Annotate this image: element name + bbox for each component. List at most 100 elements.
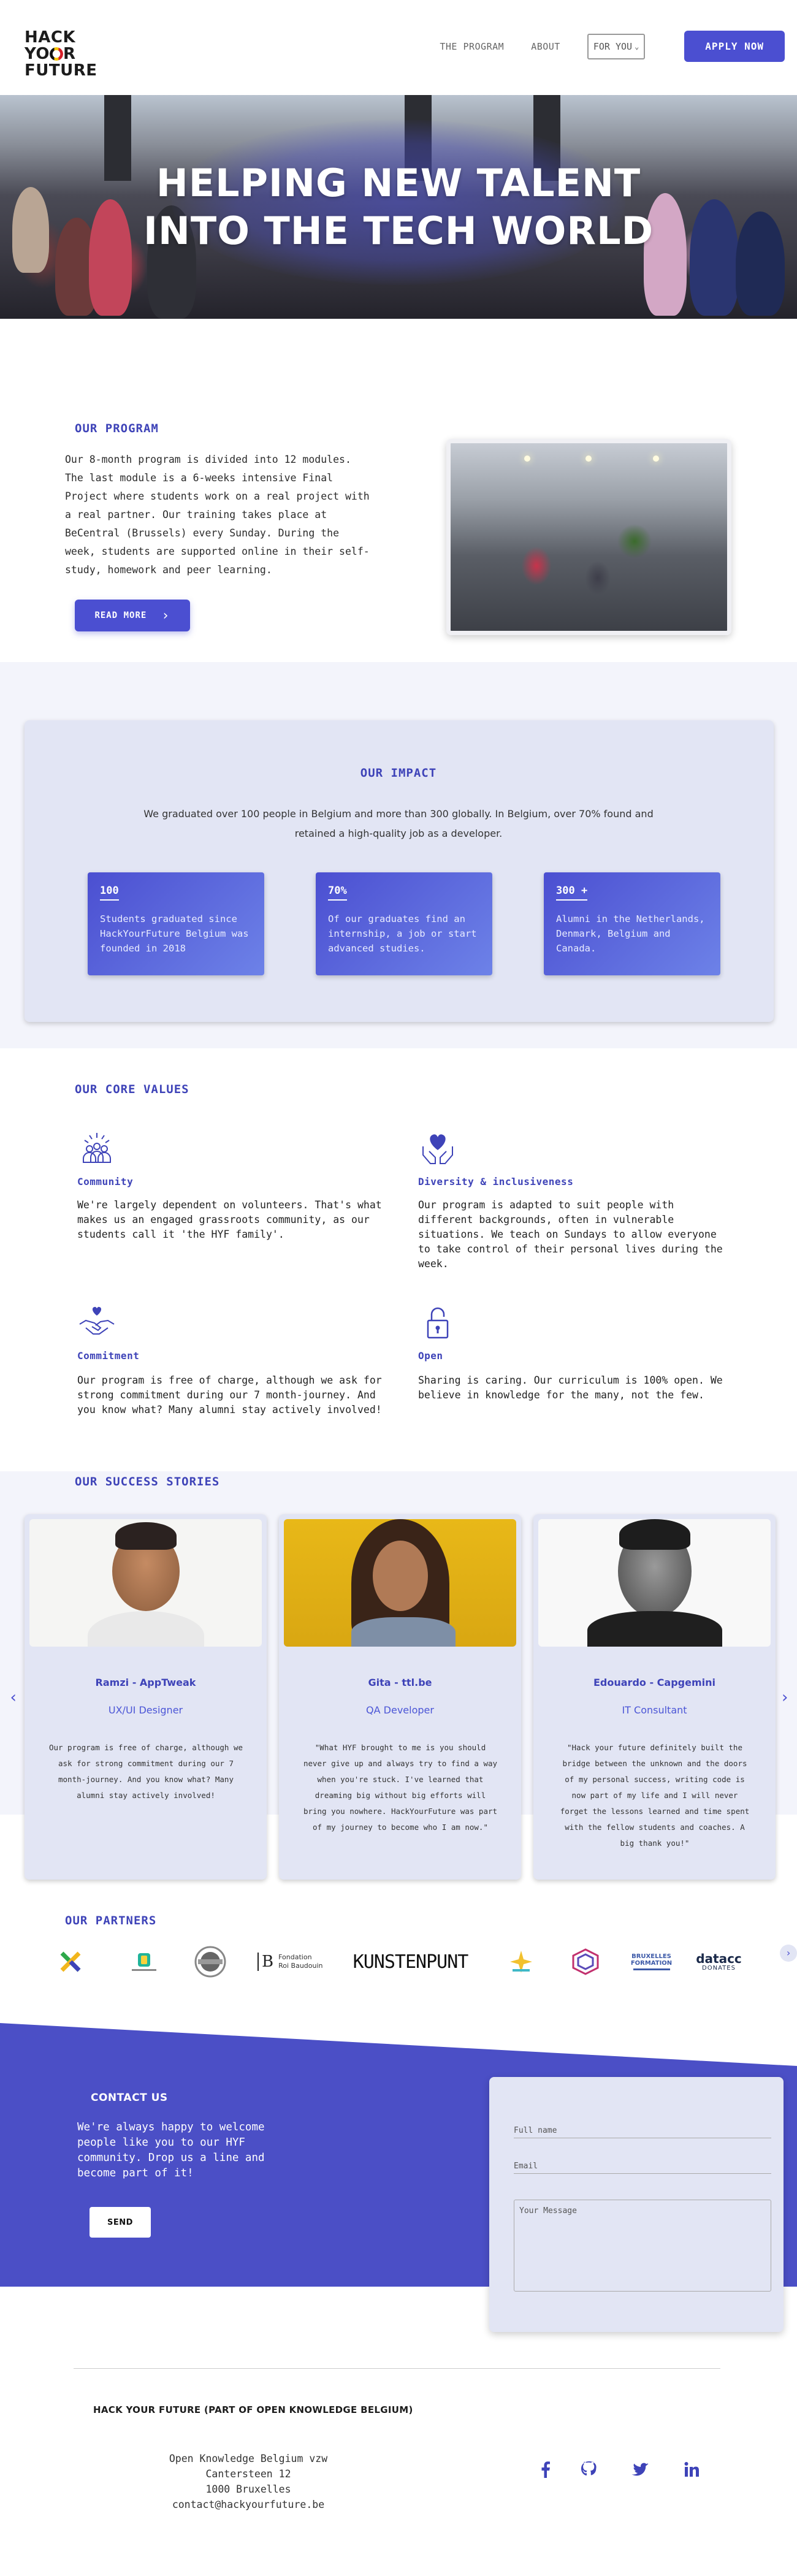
values-title: OUR CORE VALUES [75,1083,189,1096]
for-you-dropdown[interactable]: FOR YOU ⌄ [587,33,646,59]
story-quote: "What HYF brought to me is you should ne… [303,1743,498,1832]
hero-title-line: HELPING NEW TALENT [156,161,641,205]
partners-next-button[interactable]: › [780,1945,797,1962]
value-title: Open [418,1350,443,1362]
site-header: HACK YO R FUTURE THE PROGRAM ABOUT FOR YO… [0,0,797,95]
chevron-down-icon: ⌄ [635,42,639,51]
twitter-icon[interactable] [630,2460,650,2480]
contact-title: CONTACT US [91,2092,168,2104]
story-photo [29,1519,262,1647]
impact-description: We graduated over 100 people in Belgium … [143,808,654,839]
fondation-b-mark: B [257,1953,273,1971]
for-you-label: FOR YOU [593,40,633,52]
partner-label: KUNSTENPUNT [353,1951,469,1973]
value-text: Our program is free of charge, although … [77,1374,382,1416]
story-role: QA Developer [366,1704,434,1716]
story-card: Gita - ttl.be QA Developer "What HYF bro… [279,1514,521,1880]
value-text: Sharing is caring. Our curriculum is 100… [418,1374,723,1401]
story-photo [538,1519,771,1647]
impact-title: OUR IMPACT [360,766,437,780]
carousel-next-button[interactable]: › [777,1688,792,1707]
stat-number: 100 [100,885,119,901]
partner-label: FORMATION [630,1960,673,1967]
photo-detail [88,1611,204,1647]
apply-now-button[interactable]: APPLY NOW [684,31,785,62]
contact-email-link[interactable]: contact@hackyourfuture.be [150,2497,346,2512]
read-more-button[interactable]: READ MORE › [75,600,190,631]
photo-detail [585,455,592,462]
stories-title: OUR SUCCESS STORIES [75,1475,220,1488]
full-name-field[interactable]: Full name [514,2126,771,2138]
becode-logo-mark [132,1953,156,1971]
kunstenpunt-logo[interactable]: KUNSTENPUNT [345,1943,476,1980]
email-field[interactable]: Email [514,2162,771,2174]
message-field[interactable]: Your Message [514,2200,771,2292]
hexagon-logo-mark [572,1948,599,1975]
partner-label: Fondation [278,1953,312,1961]
partners-title: OUR PARTNERS [65,1914,157,1927]
x-logo[interactable] [55,1943,86,1980]
address-line: 1000 Bruxelles [205,2483,291,2495]
heart-hands-icon [422,1134,453,1164]
photo-detail [619,1519,690,1550]
x-logo-mark [60,1951,81,1972]
carousel-prev-button[interactable]: ‹ [6,1688,21,1707]
linkedin-icon[interactable] [682,2460,703,2480]
logo-line: YO R [25,45,76,63]
footer-title: HACK YOUR FUTURE (PART OF OPEN KNOWLEDGE… [93,2404,413,2415]
becode-logo[interactable] [123,1943,166,1980]
nav-the-program[interactable]: THE PROGRAM [440,41,504,52]
hexagon-logo[interactable] [567,1943,604,1980]
hyf-logo[interactable]: HACK YO R FUTURE [25,29,97,79]
photo-detail [115,1522,177,1550]
photo-detail [351,1617,456,1647]
story-name: Gita - ttl.be [368,1677,432,1688]
open-lock-icon [427,1307,449,1339]
partner-label: DONATES [702,1964,736,1972]
send-button[interactable]: SEND [90,2207,151,2238]
hero-banner: HELPING NEW TALENT INTO THE TECH WORLD [0,95,797,319]
sparkle-logo[interactable] [503,1943,540,1980]
story-role: IT Consultant [622,1704,687,1716]
story-card: Edouardo - Capgemini IT Consultant "Hack… [533,1514,776,1880]
stat-text: Of our graduates find an internship, a j… [328,913,477,954]
nav-about[interactable]: ABOUT [531,41,560,52]
photo-detail [653,455,659,462]
address-line: Open Knowledge Belgium vzw [169,2453,328,2464]
contact-text: We're always happy to welcome people lik… [77,2121,265,2179]
footer-divider [74,2368,720,2369]
partner-label: datacc [696,1951,742,1966]
story-photo [284,1519,516,1647]
stat-text: Alumni in the Netherlands, Denmark, Belg… [556,913,705,954]
facebook-icon[interactable] [535,2460,556,2480]
value-text: Our program is adapted to suit people wi… [418,1199,723,1270]
fondation-roi-baudouin-logo[interactable]: B Fondation Roi Baudouin [257,1943,331,1980]
program-photo [446,439,731,635]
program-description: Our 8-month program is divided into 12 m… [65,454,370,576]
hero-title: HELPING NEW TALENT INTO THE TECH WORLD [0,159,797,255]
stat-number: 300 + [556,885,588,901]
photo-detail [587,1611,722,1647]
belgian-flag-ring-icon [50,47,64,61]
community-icon [83,1133,111,1163]
datacc-logo[interactable]: datacc DONATES [693,1943,745,1980]
value-title: Diversity & inclusiveness [418,1176,574,1187]
impact-stat-card: 70% Of our graduates find an internship,… [316,872,492,975]
hero-title-line: INTO THE TECH WORLD [143,208,654,253]
github-icon[interactable] [579,2460,600,2480]
logo-line: FUTURE [25,61,97,80]
address-line: Cantersteen 12 [205,2468,291,2480]
story-name: Ramzi - AppTweak [95,1677,196,1688]
main-nav: THE PROGRAM ABOUT FOR YOU ⌄ APPLY NOW [440,31,785,62]
value-text: We're largely dependent on volunteers. T… [77,1199,382,1240]
badge-logo[interactable] [190,1943,231,1980]
story-role: UX/UI Designer [108,1704,183,1716]
impact-stat-card: 300 + Alumni in the Netherlands, Denmark… [544,872,720,975]
stat-number: 70% [328,885,347,901]
partner-underline [633,1968,670,1970]
story-quote: "Hack your future definitely built the b… [560,1743,750,1848]
logo-line: HACK [25,28,76,47]
footer-address: Open Knowledge Belgium vzw Cantersteen 1… [150,2451,346,2512]
photo-detail [524,455,530,462]
bruxelles-formation-logo[interactable]: BRUXELLES FORMATION [628,1943,674,1980]
